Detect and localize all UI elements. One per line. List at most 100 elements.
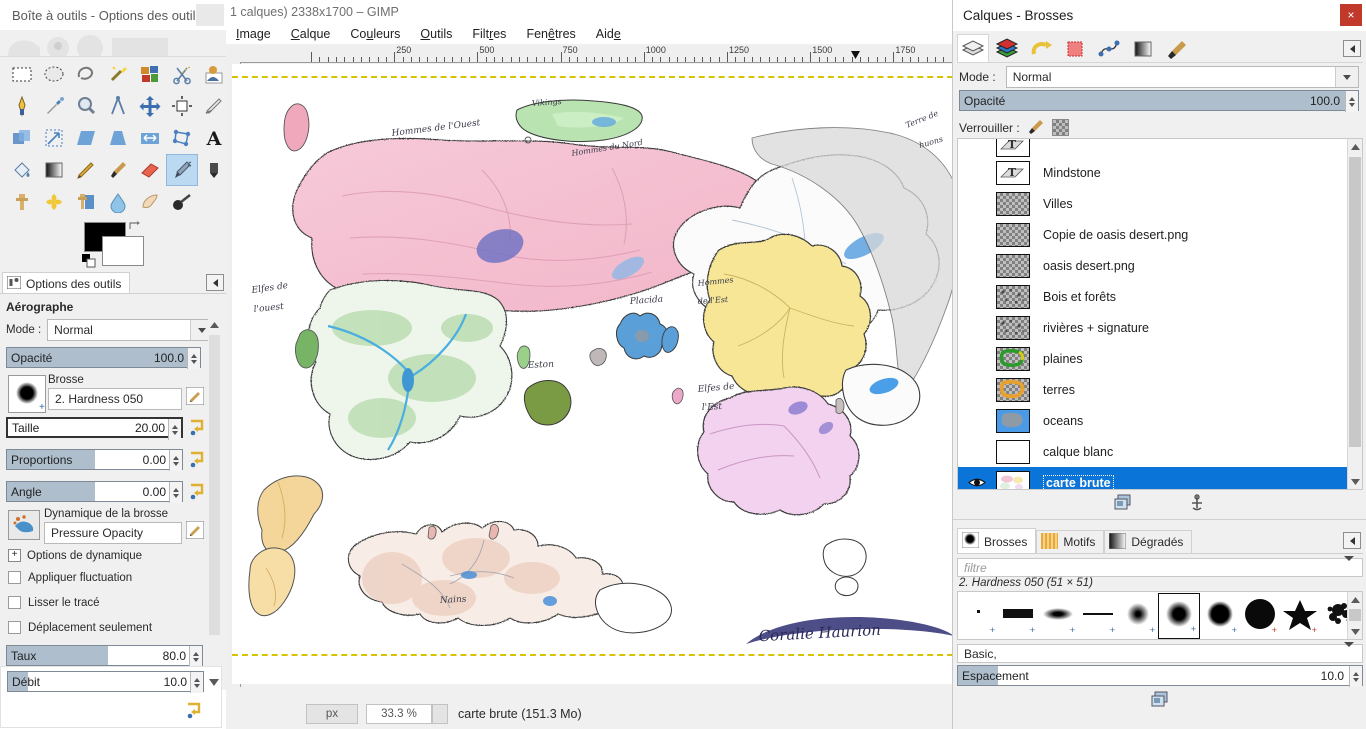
layers-tab[interactable]	[957, 34, 989, 63]
zoom-tool[interactable]	[70, 90, 102, 122]
scissors-select-tool[interactable]	[166, 58, 198, 90]
rect-select-tool[interactable]	[6, 58, 38, 90]
spacing-spinner[interactable]	[1349, 666, 1362, 687]
ellipse-select-tool[interactable]	[38, 58, 70, 90]
layer-row[interactable]: Villes	[958, 188, 1347, 219]
tool-options-scroll-thumb[interactable]	[209, 335, 220, 635]
brush-scroll-thumb[interactable]	[1349, 609, 1361, 621]
reset-flow-icon[interactable]	[185, 701, 203, 719]
smooth-checkbox[interactable]	[8, 596, 21, 609]
zoom-selector[interactable]: 33.3 %	[366, 703, 432, 724]
tab-brushes[interactable]: Brosses	[957, 528, 1037, 554]
chevron-down-icon[interactable]	[1335, 67, 1358, 87]
rate-row[interactable]: Taux 80.0	[6, 645, 203, 667]
motion-only-checkbox[interactable]	[8, 621, 21, 634]
reset-size-icon[interactable]	[188, 418, 206, 436]
fuzzy-select-tool[interactable]	[102, 58, 134, 90]
flow-spinner[interactable]	[190, 672, 203, 693]
spacing-row[interactable]: Espacement 10.0	[957, 665, 1363, 687]
expand-plus-icon[interactable]: +	[8, 549, 21, 562]
duplicate-layer-icon[interactable]	[1114, 494, 1132, 515]
layers-list[interactable]: T T Mindstone Villes Copie de oasis desert.p…	[958, 139, 1347, 489]
bucket-fill-tool[interactable]	[6, 154, 38, 186]
layers-dock-menu-button[interactable]	[1343, 40, 1361, 57]
tab-gradients[interactable]: Dégradés	[1104, 530, 1193, 554]
layers-scroll-down-icon[interactable]	[1348, 473, 1362, 489]
gradient-tool[interactable]	[38, 154, 70, 186]
pencil-tool[interactable]	[70, 154, 102, 186]
canvas-image[interactable]: Coralie Haurion Vikings Hommes de l'Ouest…	[232, 78, 963, 654]
smooth-checkbox-row[interactable]: Lisser le tracé	[8, 596, 100, 609]
layer-row[interactable]: carte brute	[958, 467, 1347, 489]
brush-name-field[interactable]: 2. Hardness 050	[48, 388, 182, 410]
brush-scroll-down-icon[interactable]	[1348, 623, 1362, 639]
angle-spinner[interactable]	[169, 482, 182, 503]
swap-colors-icon[interactable]	[128, 220, 140, 232]
eraser-tool[interactable]	[134, 154, 166, 186]
line-brush[interactable]: +	[1078, 593, 1118, 639]
jitter-checkbox-row[interactable]: Appliquer fluctuation	[8, 571, 132, 584]
reset-angle-icon[interactable]	[188, 482, 206, 500]
layer-row[interactable]: T	[958, 139, 1347, 157]
menu-calque[interactable]: Calque	[281, 25, 341, 43]
align-tool[interactable]	[166, 90, 198, 122]
dynamics-options-expander[interactable]: + Options de dynamique	[8, 549, 142, 562]
menu-image[interactable]: Image	[226, 25, 281, 43]
lock-pixels-icon[interactable]	[1028, 118, 1044, 137]
brushes-dock-menu-button[interactable]	[1343, 532, 1361, 549]
layers-scrollbar[interactable]	[1347, 139, 1362, 489]
close-icon[interactable]: ×	[1340, 4, 1362, 26]
duplicate-brush-icon[interactable]	[1151, 691, 1169, 712]
opacity-slider-wrap[interactable]: Opacité 100.0	[6, 347, 201, 369]
dynamics-select[interactable]: Pressure Opacity	[44, 522, 182, 544]
perspective-clone-tool[interactable]	[70, 186, 102, 218]
layers-scroll-up-icon[interactable]	[1348, 139, 1362, 155]
unit-selector[interactable]: px	[306, 703, 358, 724]
star-brush[interactable]: +	[1280, 593, 1320, 639]
zoom-dropdown-button[interactable]	[432, 703, 448, 724]
size-row[interactable]: Taille 20.00	[6, 417, 183, 440]
right-dock-titlebar[interactable]: Calques - Brosses ×	[953, 0, 1366, 31]
pixel-brush[interactable]: +	[958, 593, 998, 639]
anchor-layer-icon[interactable]	[1188, 493, 1206, 515]
scroll-down-arrow-icon[interactable]	[207, 675, 220, 689]
opacity-spinner[interactable]	[187, 348, 200, 369]
shear-tool[interactable]	[70, 122, 102, 154]
move-tool[interactable]	[134, 90, 166, 122]
brush-grid[interactable]: ++++++++++	[958, 592, 1347, 639]
lock-alpha-icon[interactable]	[1051, 119, 1069, 136]
brush-filter-field[interactable]: filtre	[957, 555, 1363, 577]
tab-patterns[interactable]: Motifs	[1036, 530, 1105, 554]
dodge-burn-tool[interactable]	[166, 186, 198, 218]
layer-mode-select[interactable]: Normal	[1005, 66, 1359, 88]
menu-outils[interactable]: Outils	[410, 25, 462, 43]
angle-row[interactable]: Angle 0.00	[6, 481, 183, 503]
dynamics-preview-button[interactable]	[8, 510, 40, 540]
aspect-row[interactable]: Proportions 0.00	[6, 449, 183, 471]
background-color-swatch[interactable]	[102, 236, 144, 266]
flip-tool[interactable]	[134, 122, 166, 154]
motion-only-checkbox-row[interactable]: Déplacement seulement	[8, 621, 152, 634]
scroll-up-arrow-icon[interactable]	[209, 317, 220, 333]
size-spinner[interactable]	[168, 419, 181, 440]
gradients-tab[interactable]	[1127, 34, 1159, 63]
default-colors-icon[interactable]	[82, 254, 96, 268]
brushes-tab-top[interactable]	[1161, 34, 1193, 63]
heal-tool[interactable]	[38, 186, 70, 218]
toolbox-minimize-button[interactable]	[196, 4, 224, 26]
layer-row[interactable]: oasis desert.png	[958, 250, 1347, 281]
layer-opacity-wrap[interactable]: Opacité 100.0	[959, 90, 1359, 112]
menu-aide[interactable]: Aide	[586, 25, 631, 43]
layer-row[interactable]: terres	[958, 374, 1347, 405]
layer-row[interactable]: plaines	[958, 343, 1347, 374]
brush-edit-icon[interactable]	[185, 386, 205, 406]
canvas-area[interactable]: Coralie Haurion Vikings Hommes de l'Ouest…	[232, 64, 963, 684]
brush-scroll-up-icon[interactable]	[1348, 592, 1362, 608]
hardness-025-brush[interactable]: +	[1118, 593, 1158, 639]
layer-row[interactable]: Copie de oasis desert.png	[958, 219, 1347, 250]
layer-row[interactable]: rivières + signature	[958, 312, 1347, 343]
brush-preview-button[interactable]: +	[8, 375, 46, 413]
patterns-tab[interactable]	[1059, 34, 1091, 63]
layer-row[interactable]: oceans	[958, 405, 1347, 436]
clone-tool[interactable]	[6, 186, 38, 218]
